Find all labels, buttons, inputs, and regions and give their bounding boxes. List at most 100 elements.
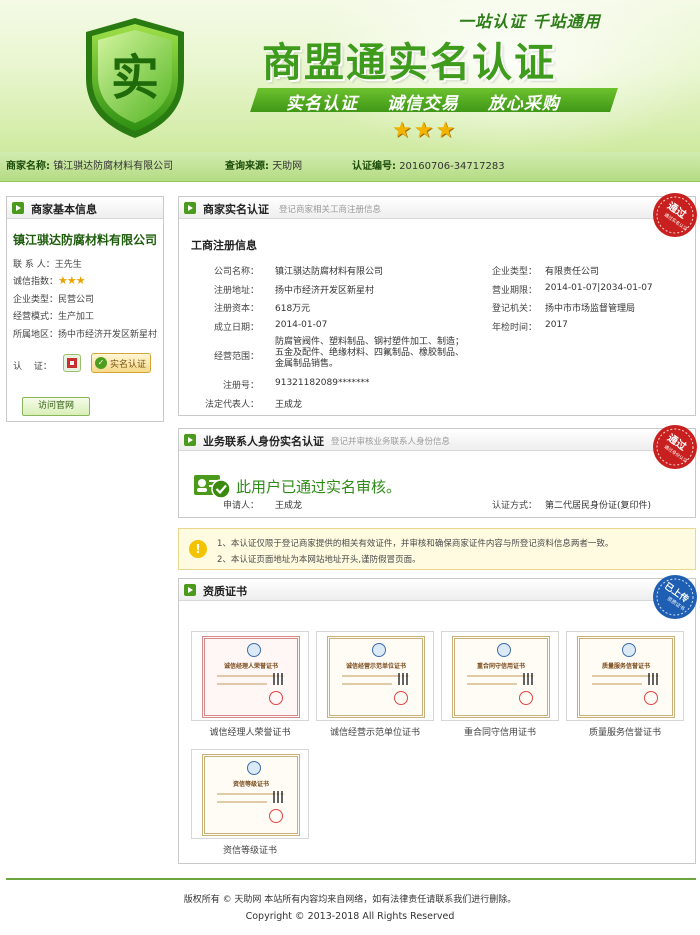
seal-icon <box>269 691 283 705</box>
passed-ribbon-icon: 通过 通过实名认证 <box>653 193 697 237</box>
term-value: 2014-01-07|2034-01-07 <box>545 283 653 293</box>
certificate-image: 资信等级证书 <box>202 754 300 836</box>
panel-title: 资质证书 <box>203 585 247 598</box>
field-label: 经营范围： <box>213 352 259 362</box>
certificate-image: 质量服务信誉证书 <box>577 636 675 718</box>
real-name-badge[interactable]: ✓ 实名认证 <box>91 353 151 373</box>
field-label: 成立日期： <box>213 323 259 333</box>
qr-code-icon <box>273 791 285 803</box>
region-value: 扬中市经济开发区新星村 <box>58 330 158 340</box>
emblem-icon <box>372 643 386 657</box>
slogan-item: 实名认证 <box>286 94 358 114</box>
emblem-icon <box>247 761 261 775</box>
credit-row: 诚信指数：★★★ <box>13 274 86 287</box>
qr-code-icon <box>648 673 660 685</box>
uploaded-ribbon-icon: 已上传 资质证书 <box>653 575 697 619</box>
merchant-badge-icon[interactable] <box>63 354 81 372</box>
mode-value: 生产加工 <box>58 312 95 322</box>
qr-code-icon <box>523 673 535 685</box>
certificate-doc-title: 重合同守信用证书 <box>476 663 525 670</box>
check-icon: ✓ <box>95 357 107 369</box>
company-name: 镇江骐达防腐材料有限公司 <box>13 233 158 247</box>
shield-logo-icon: 实 <box>86 18 184 138</box>
certificate-thumb[interactable]: 重合同守信用证书 <box>441 631 559 721</box>
visit-website-button[interactable]: 访问官网 <box>22 397 90 416</box>
certificate-doc-title: 诚信经营示范单位证书 <box>345 663 406 670</box>
section-title: 工商注册信息 <box>191 239 257 252</box>
strip-cert-value: 20160706-34717283 <box>399 161 505 172</box>
slogan-bar: 实名认证 诚信交易 放心采购 <box>286 89 582 114</box>
page-title: 商盟通实名认证 <box>262 40 556 86</box>
certificates-panel: 资质证书 已上传 资质证书 诚信经理人荣誉证书 诚信经理人荣誉证书 诚信经营示范… <box>178 575 697 864</box>
address-value: 扬中市经济开发区新星村 <box>275 286 375 296</box>
arrow-right-icon <box>184 434 196 446</box>
certificate-image: 诚信经理人荣誉证书 <box>202 636 300 718</box>
strip-source: 查询来源: 天助网 <box>225 152 302 182</box>
field-label: 企业类型： <box>491 267 537 277</box>
panel-header: 商家实名认证 登记商家相关工商注册信息 <box>179 197 695 219</box>
certificate-thumb[interactable]: 质量服务信誉证书 <box>566 631 684 721</box>
authority-value: 扬中市市场监督管理局 <box>545 304 636 314</box>
method-label: 认证方式： <box>491 501 537 511</box>
warning-icon: ! <box>189 540 207 558</box>
slogan-item: 诚信交易 <box>386 94 459 114</box>
certificate-thumb[interactable]: 资信等级证书 <box>191 749 309 839</box>
strip-cert-label: 认证编号: <box>352 161 396 172</box>
company-name-value: 镇江骐达防腐材料有限公司 <box>275 267 384 277</box>
footer-divider <box>6 878 696 880</box>
certificate-doc-title: 诚信经理人荣誉证书 <box>223 663 278 670</box>
real-name-panel: 商家实名认证 登记商家相关工商注册信息 通过 通过实名认证 工商注册信息 公司名… <box>178 193 697 416</box>
qr-code-icon <box>398 673 410 685</box>
panel-header: 商家基本信息 <box>7 197 163 219</box>
panel-subtitle: 登记商家相关工商注册信息 <box>279 205 382 215</box>
seal-icon <box>394 691 408 705</box>
applicant-label: 申请人： <box>222 501 259 511</box>
contact-label: 联 系 人： <box>13 260 55 270</box>
slogan-item: 放心采购 <box>487 94 560 114</box>
shield-char: 实 <box>111 50 159 106</box>
contact-value: 王先生 <box>54 260 82 270</box>
panel-subtitle: 登记并审核业务联系人身份信息 <box>331 437 451 447</box>
identity-panel: 业务联系人身份实名认证 登记并审核业务联系人身份信息 通过 通过身份认证 此用户… <box>178 425 697 518</box>
field-label: 公司名称： <box>213 267 259 277</box>
founded-value: 2014-01-07 <box>275 320 328 330</box>
cert-text-line <box>592 683 642 685</box>
strip-merchant: 商家名称: 镇江骐达防腐材料有限公司 <box>6 152 173 182</box>
type-value: 民营公司 <box>58 295 95 305</box>
strip-source-label: 查询来源: <box>225 161 269 172</box>
certificate-caption: 诚信经营示范单位证书 <box>329 728 420 738</box>
arrow-right-icon <box>184 202 196 214</box>
emblem-icon <box>247 643 261 657</box>
cert-text-line <box>217 801 267 803</box>
passed-ribbon-icon: 通过 通过身份认证 <box>653 425 697 469</box>
field-label: 营业期限： <box>491 286 537 296</box>
strip-merchant-label: 商家名称: <box>6 161 50 172</box>
inspection-value: 2017 <box>545 320 568 330</box>
banner-slogan-top: 一站认证 千站通用 <box>458 12 601 31</box>
notice-box: ! 1、本认证仅限于登记商家提供的相关有效证件，并审核和确保商家证件内容与所登记… <box>178 528 696 570</box>
scope-value: 防腐管阀件、塑料制品、钢衬塑件加工、制造；五金及配件、绝缘材料、四氟制品、橡胶制… <box>275 337 465 369</box>
applicant-value: 王成龙 <box>275 501 303 511</box>
mode-row: 经营模式：生产加工 <box>13 309 94 322</box>
credit-label: 诚信指数： <box>13 277 59 287</box>
notice-line: 2、本认证页面地址为本网站地址开头,谨防假冒页面。 <box>217 555 421 565</box>
reg-number-value: 91321182089******* <box>275 378 370 388</box>
credit-stars-icon: ★★★ <box>58 274 86 287</box>
type-label: 企业类型： <box>13 295 59 305</box>
certificate-caption: 诚信经理人荣誉证书 <box>209 728 291 738</box>
certificate-doc-title: 质量服务信誉证书 <box>601 663 650 670</box>
field-label: 注册号： <box>222 381 259 391</box>
certificate-caption: 重合同守信用证书 <box>463 728 536 738</box>
real-name-badge-label: 实名认证 <box>110 360 147 370</box>
panel-header: 业务联系人身份实名认证 登记并审核业务联系人身份信息 <box>179 429 695 451</box>
certificate-thumb[interactable]: 诚信经理人荣誉证书 <box>191 631 309 721</box>
field-label: 注册资本： <box>213 304 259 314</box>
certificate-image: 诚信经营示范单位证书 <box>327 636 425 718</box>
id-card-verified-icon <box>194 475 231 499</box>
certificate-thumb[interactable]: 诚信经营示范单位证书 <box>316 631 434 721</box>
mode-label: 经营模式： <box>13 312 59 322</box>
legal-rep-value: 王成龙 <box>275 400 303 410</box>
seal-icon <box>519 691 533 705</box>
info-strip: 商家名称: 镇江骐达防腐材料有限公司 查询来源: 天助网 认证编号: 20160… <box>0 152 700 182</box>
header-banner: 实 一站认证 千站通用 商盟通实名认证 实名认证 诚信交易 放心采购 ★★★ <box>0 0 700 152</box>
